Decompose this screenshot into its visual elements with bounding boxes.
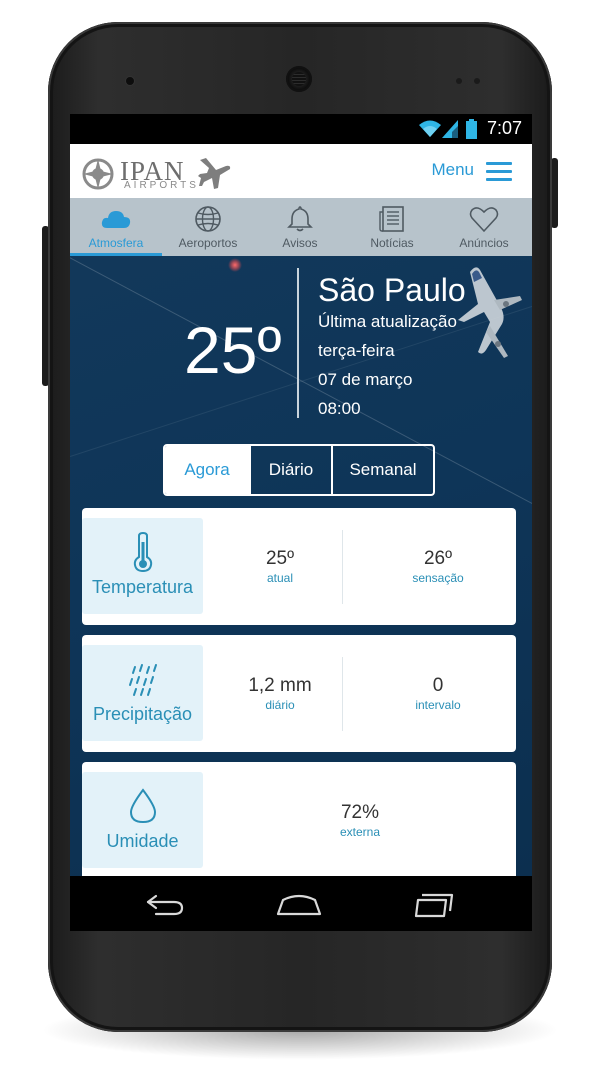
tab-label: Notícias: [370, 236, 414, 250]
tab-bar: Atmosfera Aeroportos Avisos Notícias Anú…: [70, 198, 532, 256]
battery-icon: [466, 119, 477, 139]
tab-label: Atmosfera: [88, 236, 144, 250]
airplane-icon: [198, 158, 231, 189]
card-badge: Precipitação: [82, 645, 203, 741]
logo[interactable]: IPAN AIRPORTS: [82, 152, 232, 192]
cloud-icon: [101, 211, 131, 228]
metric-value: 25º: [265, 548, 295, 569]
hamburger-icon[interactable]: [486, 162, 512, 181]
recents-icon[interactable]: [412, 890, 456, 918]
light-glow: [228, 258, 242, 272]
metric-value: 0: [432, 675, 444, 696]
light-sensor: [474, 78, 480, 84]
header-divider: [297, 268, 299, 418]
logo-subtitle: AIRPORTS: [124, 180, 199, 191]
front-camera: [126, 77, 134, 85]
globe-icon: [195, 206, 221, 232]
card-title: Temperatura: [91, 577, 194, 597]
droplet-icon: [129, 788, 157, 824]
segment-agora[interactable]: Agora: [165, 446, 249, 494]
home-icon[interactable]: [275, 890, 323, 918]
card-title: Precipitação: [92, 704, 193, 724]
phone-screen: 7:07 IPAN AIRPORTS Menu Atmosfera Aeropo…: [70, 114, 532, 931]
logo-compass-icon: [82, 158, 114, 190]
weather-content: 25º São Paulo Última atualização terça-f…: [70, 256, 532, 876]
temperature-current: 25º atual: [210, 548, 350, 585]
segment-diario[interactable]: Diário: [249, 446, 331, 494]
tab-label: Aeroportos: [178, 236, 238, 250]
bell-icon: [287, 206, 313, 232]
metric-value: 72%: [340, 802, 380, 823]
card-badge: Temperatura: [82, 518, 203, 614]
back-icon[interactable]: [144, 890, 186, 918]
menu-label[interactable]: Menu: [431, 160, 474, 180]
period-selector: Agora Diário Semanal: [163, 444, 435, 496]
tab-noticias[interactable]: Notícias: [346, 198, 438, 256]
metric-label: externa: [339, 825, 381, 839]
card-title: Umidade: [106, 831, 179, 851]
tab-avisos[interactable]: Avisos: [254, 198, 346, 256]
metric-value: 26º: [423, 548, 453, 569]
wifi-icon: [419, 120, 441, 137]
metric-label: atual: [266, 571, 294, 585]
status-bar: 7:07: [70, 114, 532, 144]
speaker-grill: [292, 72, 306, 86]
metric-label: diário: [265, 698, 295, 712]
card-badge: Umidade: [82, 772, 203, 868]
signal-icon: [442, 120, 458, 138]
temperature-card[interactable]: Temperatura 25º atual 26º sensação: [82, 508, 516, 625]
tab-label: Avisos: [282, 236, 318, 250]
card-divider: [342, 657, 343, 731]
temperature-feels-like: 26º sensação: [368, 548, 508, 585]
city-name: São Paulo: [318, 272, 466, 308]
humidity-external: 72% externa: [290, 802, 430, 839]
system-nav-bar: [70, 876, 532, 931]
precipitation-card[interactable]: Precipitação 1,2 mm diário 0 intervalo: [82, 635, 516, 752]
current-temperature: 25º: [184, 313, 282, 387]
heart-icon: [469, 207, 499, 233]
segment-semanal[interactable]: Semanal: [331, 446, 433, 494]
humidity-card[interactable]: Umidade 72% externa: [82, 762, 516, 876]
date: 07 de março: [318, 370, 413, 389]
card-divider: [342, 530, 343, 604]
metric-label: sensação: [412, 571, 464, 585]
tab-label: Anúncios: [459, 236, 509, 250]
thermometer-icon: [133, 532, 153, 572]
precipitation-interval: 0 intervalo: [368, 675, 508, 712]
last-update-label: Última atualização: [318, 312, 457, 331]
status-time: 7:07: [486, 118, 522, 138]
time: 08:00: [318, 399, 361, 418]
precipitation-daily: 1,2 mm diário: [210, 675, 350, 712]
tab-aeroportos[interactable]: Aeroportos: [162, 198, 254, 256]
newspaper-icon: [379, 206, 404, 232]
metric-value: 1,2 mm: [248, 675, 312, 696]
app-header: IPAN AIRPORTS Menu: [70, 144, 532, 198]
proximity-sensor: [456, 78, 462, 84]
power-button: [551, 158, 558, 228]
rain-icon: [129, 664, 157, 696]
metric-label: intervalo: [415, 698, 461, 712]
weekday: terça-feira: [318, 341, 395, 360]
tab-atmosfera[interactable]: Atmosfera: [70, 198, 162, 256]
tab-anuncios[interactable]: Anúncios: [438, 198, 530, 256]
